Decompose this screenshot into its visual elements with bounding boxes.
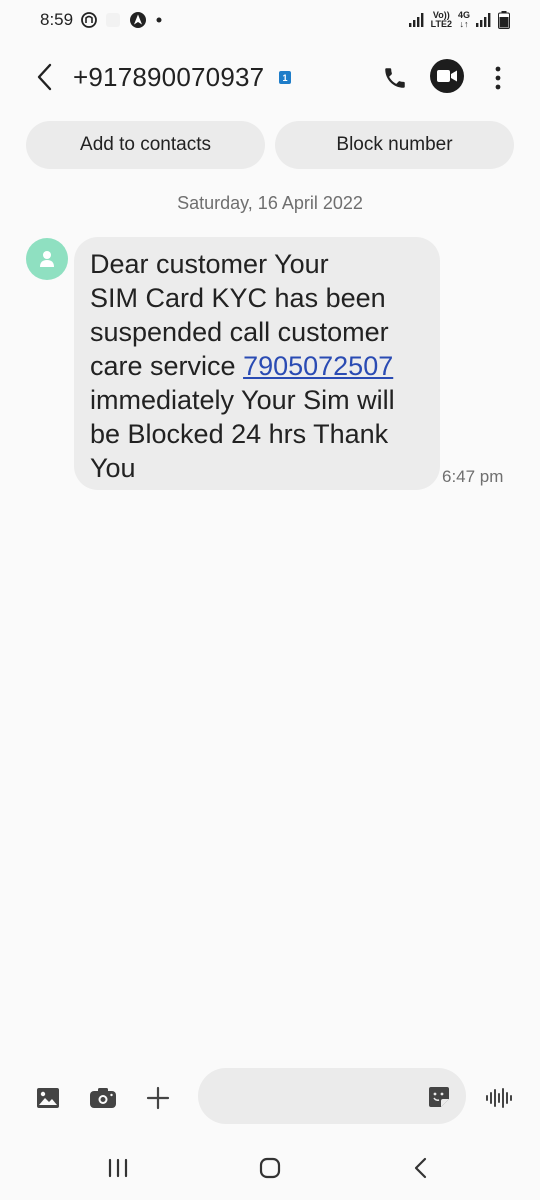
- message-line: Dear customer Your: [90, 249, 329, 279]
- message-line: SIM Card KYC has been: [90, 283, 386, 313]
- status-right: Vo)) LTE2 4G ↓↑: [408, 11, 510, 29]
- video-camera-icon: [437, 70, 457, 82]
- message-line: care service 7905072507: [90, 349, 426, 383]
- message-line: immediately Your Sim will: [90, 385, 395, 415]
- back-button[interactable]: [28, 60, 62, 94]
- back-arrow-icon: [37, 63, 52, 91]
- home-icon: [259, 1157, 281, 1179]
- message-input-box: [198, 1068, 466, 1124]
- message-line: You: [90, 453, 136, 483]
- status-time: 8:59: [40, 10, 74, 29]
- blank-notification-icon: [105, 12, 121, 28]
- status-bar: 8:59 Vo)) LTE2 4G ↓↑: [0, 0, 540, 40]
- gallery-button[interactable]: [33, 1083, 63, 1113]
- phone-icon: [385, 68, 405, 88]
- phone-number-link[interactable]: 7905072507: [243, 351, 393, 381]
- message-text: care service: [90, 351, 244, 381]
- sticker-icon: [429, 1087, 449, 1107]
- add-to-contacts-button[interactable]: Add to contacts: [26, 121, 265, 169]
- notification-app-icon: [81, 12, 97, 28]
- message-bubble[interactable]: Dear customer Your SIM Card KYC has been…: [74, 237, 440, 490]
- home-button[interactable]: [250, 1150, 290, 1186]
- more-options-button[interactable]: [484, 61, 512, 95]
- sticker-button[interactable]: [426, 1084, 452, 1110]
- sim-badge: 1: [279, 71, 291, 84]
- voice-waveform-icon: [486, 1088, 512, 1108]
- camera-button[interactable]: [88, 1083, 118, 1113]
- recent-apps-icon: [108, 1158, 128, 1178]
- signal-1-icon: [408, 13, 425, 27]
- message-line: be Blocked 24 hrs Thank: [90, 419, 389, 449]
- recent-apps-button[interactable]: [98, 1150, 138, 1186]
- battery-icon: [498, 11, 510, 29]
- data-arrows-icon: ↓↑: [459, 19, 469, 29]
- block-number-button[interactable]: Block number: [275, 121, 514, 169]
- add-attachment-button[interactable]: [143, 1083, 173, 1113]
- person-icon: [40, 251, 54, 267]
- message-time: 6:47 pm: [442, 467, 504, 486]
- voice-input-button[interactable]: [484, 1083, 514, 1113]
- lte-label: LTE2: [430, 19, 452, 29]
- contact-number-title: +917890070937: [73, 62, 265, 92]
- nav-back-button[interactable]: [400, 1150, 440, 1186]
- nav-back-icon: [414, 1157, 427, 1179]
- camera-icon: [90, 1088, 116, 1108]
- call-button[interactable]: [378, 61, 412, 95]
- gallery-icon: [37, 1088, 59, 1108]
- conversation-header: +917890070937 1: [0, 50, 540, 106]
- message-input[interactable]: [218, 1068, 418, 1124]
- more-vertical-icon: [495, 66, 501, 90]
- plus-icon: [146, 1086, 170, 1110]
- video-call-button[interactable]: [430, 59, 464, 93]
- volte-lte-indicator: Vo)) LTE2: [431, 11, 452, 29]
- navigation-app-icon: [129, 11, 147, 29]
- network-4g-indicator: 4G ↓↑: [458, 11, 470, 29]
- status-left: 8:59: [40, 10, 163, 30]
- date-separator: Saturday, 16 April 2022: [177, 193, 363, 213]
- more-notifications-dot-icon: [155, 16, 163, 24]
- message-line: suspended call customer: [90, 317, 389, 347]
- signal-2-icon: [476, 13, 492, 27]
- sender-avatar[interactable]: [26, 238, 68, 280]
